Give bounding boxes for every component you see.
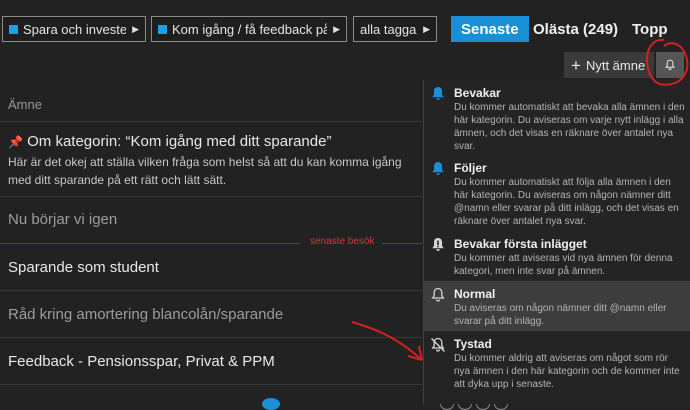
bell-filled-icon [432, 87, 444, 100]
tags-dropdown-label: alla taggar [360, 21, 418, 37]
bell-outline-icon [431, 287, 445, 302]
subcategory-dropdown-label: Kom igång / få feedback på din [172, 21, 327, 37]
notifications-button[interactable] [656, 52, 684, 78]
divider [0, 337, 422, 338]
topic-link[interactable]: Sparande som student [8, 259, 159, 276]
divider [0, 121, 422, 122]
category-color-badge [9, 24, 18, 34]
option-title: Bevakar första inlägget [454, 237, 587, 251]
bell-filled-icon [432, 162, 444, 175]
divider [0, 290, 422, 291]
option-description: Du kommer aldrig att aviseras om något s… [454, 353, 680, 390]
bell-slash-icon [431, 337, 445, 352]
subcategory-dropdown[interactable]: Kom igång / få feedback på din ▶ [151, 16, 347, 42]
new-topic-label: Nytt ämne [585, 57, 646, 73]
tab-top[interactable]: Topp [632, 16, 668, 42]
option-normal[interactable]: Normal Du aviseras om någon nämner ditt … [424, 281, 690, 331]
caret-right-icon: ▶ [423, 23, 430, 34]
option-title: Bevakar [454, 86, 501, 100]
pin-icon: 📌 [8, 135, 23, 149]
divider [0, 196, 422, 197]
option-description: Du kommer automatiskt att bevaka alla äm… [454, 102, 685, 152]
last-visit-divider: senaste besök [0, 236, 422, 250]
plus-icon: + [571, 55, 581, 75]
option-title: Normal [454, 287, 496, 301]
topic-link[interactable]: Råd kring amortering blancolån/sparande [8, 306, 283, 323]
topic-link[interactable]: Nu börjar vi igen [8, 211, 117, 228]
caret-right-icon: ▶ [333, 23, 340, 34]
unread-indicator [262, 398, 280, 410]
option-title: Tystad [454, 337, 492, 351]
bell-exclamation-icon [432, 238, 444, 251]
last-visit-label: senaste besök [310, 236, 375, 247]
divider [0, 384, 422, 385]
topic-link[interactable]: Feedback - Pensionsspar, Privat & PPM [8, 353, 275, 370]
option-muted[interactable]: Tystad Du kommer aldrig att aviseras om … [424, 331, 690, 404]
option-description: Du aviseras om någon nämner ditt @namn e… [454, 303, 667, 327]
option-watching[interactable]: Bevakar Du kommer automatiskt att bevaka… [424, 80, 690, 155]
option-description: Du kommer att aviseras vid nya ämnen för… [454, 253, 673, 277]
tab-latest[interactable]: Senaste [451, 16, 529, 42]
tags-dropdown[interactable]: alla taggar ▶ [353, 16, 437, 42]
pinned-topic-title-text: Om kategorin: “Kom igång med ditt sparan… [27, 133, 332, 150]
caret-right-icon: ▶ [132, 23, 139, 34]
category-dropdown-label: Spara och investera [23, 21, 126, 37]
subcategory-color-badge [158, 24, 167, 34]
option-watching-first-post[interactable]: Bevakar första inlägget Du kommer att av… [424, 231, 690, 281]
pinned-topic-title[interactable]: 📌 Om kategorin: “Kom igång med ditt spar… [8, 133, 331, 150]
new-topic-button[interactable]: + Nytt ämne [564, 52, 654, 78]
topic-column-header[interactable]: Ämne [8, 97, 42, 112]
tab-unread[interactable]: Olästa (249) [533, 16, 618, 42]
notification-level-menu: Bevakar Du kommer automatiskt att bevaka… [423, 80, 690, 404]
bell-icon [665, 59, 675, 70]
category-dropdown[interactable]: Spara och investera ▶ [2, 16, 146, 42]
option-title: Följer [454, 161, 487, 175]
option-tracking[interactable]: Följer Du kommer automatiskt att följa a… [424, 155, 690, 231]
pinned-topic-excerpt: Här är det okej att ställa vilken fråga … [8, 155, 402, 187]
option-description: Du kommer automatiskt att följa alla ämn… [454, 177, 679, 227]
